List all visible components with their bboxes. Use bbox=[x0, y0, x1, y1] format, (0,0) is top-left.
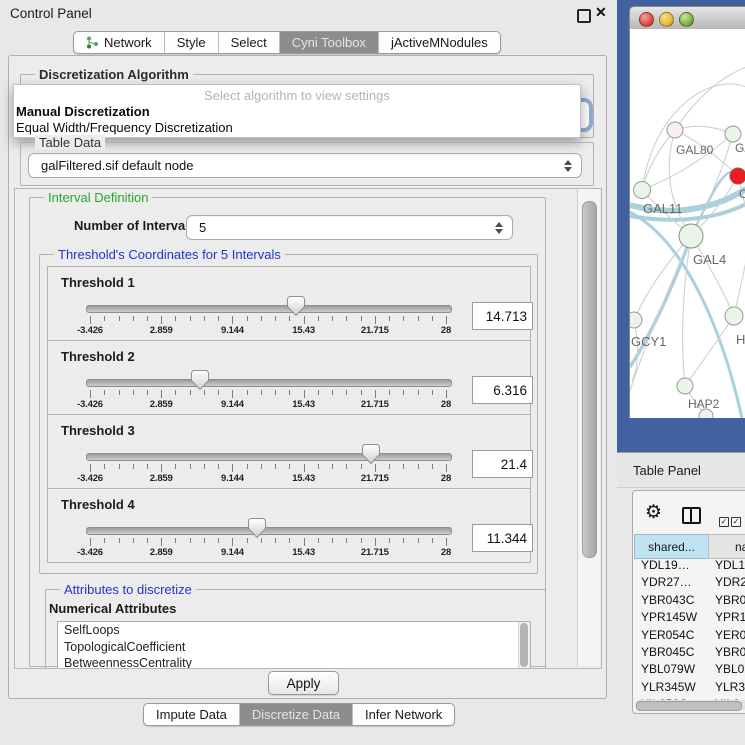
table-row[interactable]: YPR145WYPR1 bbox=[635, 610, 745, 627]
bottom-tab-bar: Impute DataDiscretize DataInfer Network bbox=[143, 703, 455, 726]
node-pink[interactable] bbox=[667, 122, 683, 138]
table-row[interactable]: YBR043CYBR0 bbox=[635, 593, 745, 610]
threshold-value-input[interactable] bbox=[472, 302, 533, 330]
threshold-row-4: Threshold 4-3.4262.8599.14415.4321.71528 bbox=[47, 488, 531, 563]
threshold-label: Threshold 1 bbox=[61, 275, 135, 290]
attributes-list-scrollbar[interactable] bbox=[518, 622, 530, 669]
algorithm-popup: Select algorithm to view settings Manual… bbox=[13, 84, 581, 138]
node-label-partial-low: H bbox=[736, 332, 745, 347]
float-panel-icon[interactable] bbox=[577, 9, 591, 23]
slider-thumb[interactable] bbox=[248, 518, 266, 538]
attribute-item[interactable]: SelfLoops bbox=[58, 622, 530, 639]
bottom-tab-infer-network[interactable]: Infer Network bbox=[353, 704, 454, 725]
table-data-combo[interactable]: galFiltered.sif default node bbox=[28, 153, 582, 178]
attribute-item[interactable]: TopologicalCoefficient bbox=[58, 639, 530, 656]
screen: { "control_panel": { "title": "Control P… bbox=[0, 0, 745, 745]
slider-track[interactable] bbox=[86, 453, 452, 461]
network-window-titlebar[interactable] bbox=[629, 6, 745, 31]
scrollbar-thumb[interactable] bbox=[582, 201, 597, 558]
combo-stepper-icon bbox=[563, 160, 572, 172]
bottom-tab-discretize-data[interactable]: Discretize Data bbox=[240, 704, 353, 725]
num-intervals-combo[interactable]: 5 bbox=[186, 215, 513, 240]
slider-track[interactable] bbox=[86, 527, 452, 535]
interval-definition-title: Interval Definition bbox=[44, 190, 152, 205]
numerical-attributes-list: SelfLoopsTopologicalCoefficientBetweenne… bbox=[57, 621, 531, 669]
popup-item-manual-discretization[interactable]: Manual Discretization bbox=[14, 104, 582, 119]
network-canvas[interactable]: GAL80 GA C GAL11 GAL4 GCY1 H HAP2 bbox=[629, 29, 745, 418]
slider-thumb[interactable] bbox=[362, 444, 380, 464]
slider-track[interactable] bbox=[86, 379, 452, 387]
table-data-value: galFiltered.sif default node bbox=[29, 158, 563, 173]
node-label-gal11: GAL11 bbox=[643, 201, 683, 216]
bottom-tab-impute-data[interactable]: Impute Data bbox=[144, 704, 240, 725]
column-header-shared-name[interactable]: shared... bbox=[634, 534, 709, 559]
threshold-label: Threshold 2 bbox=[61, 349, 135, 364]
node-right-low[interactable] bbox=[725, 307, 743, 325]
settings-scroll-area: Interval Definition Number of Intervals … bbox=[14, 188, 602, 669]
threshold-row-3: Threshold 3-3.4262.8599.14415.4321.71528 bbox=[47, 414, 531, 489]
select-columns-icon[interactable]: ✓✓ bbox=[719, 511, 743, 529]
table-panel-titlebar: Table Panel bbox=[617, 452, 745, 488]
node-gal4[interactable] bbox=[679, 224, 703, 248]
table-horizontal-scrollbar[interactable] bbox=[635, 700, 745, 710]
threshold-row-1: Threshold 1-3.4262.8599.14415.4321.71528 bbox=[47, 266, 531, 341]
combo-stepper-icon bbox=[494, 222, 503, 234]
node-label-partial-mid: C bbox=[739, 187, 745, 201]
popup-item-equal-width-frequency[interactable]: Equal Width/Frequency Discretization bbox=[14, 120, 582, 135]
node-label-gcy1: GCY1 bbox=[631, 334, 666, 349]
slider-thumb[interactable] bbox=[287, 296, 305, 316]
threshold-label: Threshold 4 bbox=[61, 497, 135, 512]
numerical-attributes-label: Numerical Attributes bbox=[49, 601, 176, 616]
node-label-gal80: GAL80 bbox=[676, 143, 714, 157]
threshold-label: Threshold 3 bbox=[61, 423, 135, 438]
table-row[interactable]: YDL19…YDL1 bbox=[635, 558, 745, 575]
node-green-top-right[interactable] bbox=[725, 126, 741, 142]
split-columns-icon[interactable] bbox=[682, 507, 701, 524]
tab-style[interactable]: Style bbox=[165, 32, 219, 53]
threshold-value-input[interactable] bbox=[472, 524, 533, 552]
tab-cyni-toolbox[interactable]: Cyni Toolbox bbox=[280, 32, 379, 53]
table-row[interactable]: YER054CYER0 bbox=[635, 628, 745, 645]
node-label-hap2: HAP2 bbox=[688, 397, 720, 411]
close-traffic-light-icon[interactable] bbox=[639, 12, 654, 27]
apply-button[interactable]: Apply bbox=[268, 671, 339, 695]
scrollbar-thumb[interactable] bbox=[636, 701, 742, 711]
threshold-row-2: Threshold 2-3.4262.8599.14415.4321.71528 bbox=[47, 340, 531, 415]
num-intervals-label: Number of Intervals bbox=[74, 218, 196, 233]
threshold-value-input[interactable] bbox=[472, 376, 533, 404]
node-label-gal4: GAL4 bbox=[693, 252, 726, 267]
node-gcy1[interactable] bbox=[630, 312, 642, 328]
maximize-traffic-light-icon[interactable] bbox=[679, 12, 694, 27]
table-row[interactable]: YDR27…YDR2 bbox=[635, 575, 745, 592]
minimize-traffic-light-icon[interactable] bbox=[659, 12, 674, 27]
tab-network[interactable]: Network bbox=[74, 32, 165, 53]
table-data-label: Table Data bbox=[35, 135, 105, 150]
table-row[interactable]: YBR045CYBR0 bbox=[635, 645, 745, 662]
threshold-value-input[interactable] bbox=[472, 450, 533, 478]
num-intervals-value: 5 bbox=[187, 220, 494, 235]
node-red-selected[interactable] bbox=[730, 168, 745, 184]
tab-select[interactable]: Select bbox=[219, 32, 280, 53]
threshold-coordinates-title: Threshold's Coordinates for 5 Intervals bbox=[54, 247, 285, 262]
attribute-item[interactable]: BetweennessCentrality bbox=[58, 655, 530, 669]
panel-title: Control Panel bbox=[10, 6, 92, 21]
node-label-partial-top: GA bbox=[735, 141, 745, 155]
table-row[interactable]: YLR345WYLR3 bbox=[635, 680, 745, 697]
tab-jactivemnodules[interactable]: jActiveMNodules bbox=[379, 32, 500, 53]
node-hap2[interactable] bbox=[677, 378, 693, 394]
popup-placeholder-item: Select algorithm to view settings bbox=[14, 88, 580, 103]
table-row[interactable]: YBL079WYBL0 bbox=[635, 662, 745, 679]
top-tab-bar: NetworkStyleSelectCyni ToolboxjActiveMNo… bbox=[73, 31, 501, 54]
slider-thumb[interactable] bbox=[191, 370, 209, 390]
table-panel: ⚙ ✓✓ shared... na YDL19…YDL1YDR27…YDR2YB… bbox=[632, 490, 745, 714]
table-panel-title: Table Panel bbox=[633, 463, 701, 478]
column-header-name[interactable]: na bbox=[708, 534, 745, 559]
gear-icon[interactable]: ⚙ bbox=[645, 503, 662, 522]
close-panel-icon[interactable]: ✕ bbox=[595, 4, 607, 21]
attributes-title: Attributes to discretize bbox=[60, 582, 196, 597]
discretization-algorithm-label: Discretization Algorithm bbox=[35, 67, 193, 82]
settings-vertical-scrollbar[interactable] bbox=[577, 189, 600, 666]
node-gal11[interactable] bbox=[634, 182, 651, 199]
slider-track[interactable] bbox=[86, 305, 452, 313]
